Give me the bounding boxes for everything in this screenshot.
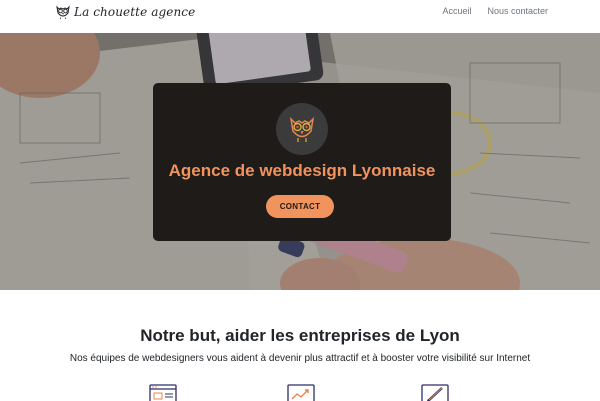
brand-name: La chouette agence [74,5,196,19]
nav-link-contact[interactable]: Nous contacter [487,6,548,16]
nav-link-accueil[interactable]: Accueil [442,6,471,16]
section-title: Notre but, aider les entreprises de Lyon [140,326,460,345]
owl-icon [289,116,315,142]
brand-link[interactable]: La chouette agence [55,4,195,20]
hero-title: Agence de webdesign Lyonnaise [168,161,436,180]
hero-section: Agence de webdesign Lyonnaise CONTACT [0,33,600,290]
hero-card: Agence de webdesign Lyonnaise CONTACT [153,83,451,241]
section-subtitle: Nos équipes de webdesigners vous aident … [69,353,531,364]
growth-chart-icon [287,384,315,401]
hero-logo [276,103,328,155]
owl-logo-icon [56,5,70,19]
nav-links: Accueil Nous contacter [426,6,548,16]
contact-button[interactable]: CONTACT [266,195,334,218]
design-pencil-icon [421,384,449,401]
navbar: La chouette agence Accueil Nous contacte… [0,0,600,33]
web-layout-icon [149,384,177,401]
